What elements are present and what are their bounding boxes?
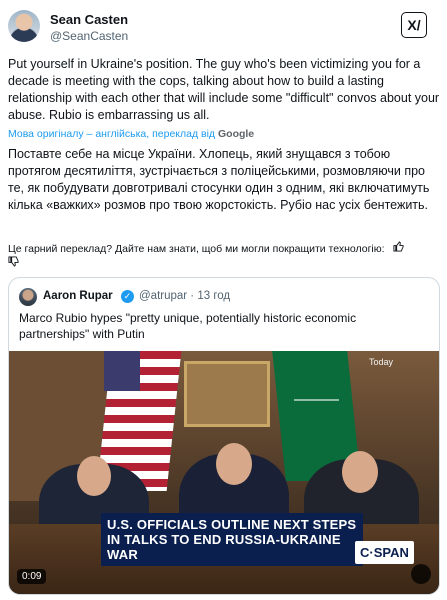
author-avatar[interactable] [8,10,40,42]
thumbs-down-icon[interactable] [8,256,19,270]
quote-author-handle: @atrupar · 13 год [139,290,231,302]
cspan-logo: C·SPAN [355,541,414,564]
feedback-prompt: Це гарний переклад? Дайте нам знати, щоб… [8,243,385,255]
quoted-tweet[interactable]: Aaron Rupar ✓ @atrupar · 13 год Marco Ru… [8,277,440,595]
translation-note[interactable]: Мова оригіналу – англійська, переклад ві… [8,128,254,140]
mute-icon[interactable] [411,564,431,584]
tweet-header: Sean Casten @SeanCasten X/ [8,10,439,50]
video-badge: Today [368,357,393,367]
x-translate-icon[interactable]: X/ [401,12,427,38]
video-person-center-head [216,443,252,485]
video-person-right-head [342,451,378,493]
video-duration: 0:09 [17,569,47,584]
thumbs-up-icon[interactable] [393,241,405,255]
video-scene-painting [184,361,270,427]
translation-note-label: Мова оригіналу – англійська, переклад ві… [8,128,216,140]
translation-feedback: Це гарний переклад? Дайте нам знати, щоб… [8,241,440,255]
video-scene-us-flag-canton [104,351,140,391]
quote-author-avatar [19,288,37,306]
author-name[interactable]: Sean Casten [50,12,128,27]
google-logo: Google [217,128,255,140]
video-scene-saudi-flag-emblem [294,381,339,401]
video-chyron: U.S. OFFICIALS OUTLINE NEXT STEPS IN TAL… [101,513,363,566]
tweet-text: Put yourself in Ukraine's position. The … [8,57,440,122]
video-player[interactable]: Today U.S. OFFICIALS OUTLINE NEXT STEPS … [9,351,439,594]
translated-text: Поставте себе на місце України. Хлопець,… [8,147,430,212]
author-handle[interactable]: @SeanCasten [50,29,128,43]
video-person-left-head [77,456,111,496]
verified-badge-icon: ✓ [121,290,134,303]
quote-author-name: Aaron Rupar [43,290,113,302]
quote-text: Marco Rubio hypes "pretty unique, potent… [19,311,357,341]
